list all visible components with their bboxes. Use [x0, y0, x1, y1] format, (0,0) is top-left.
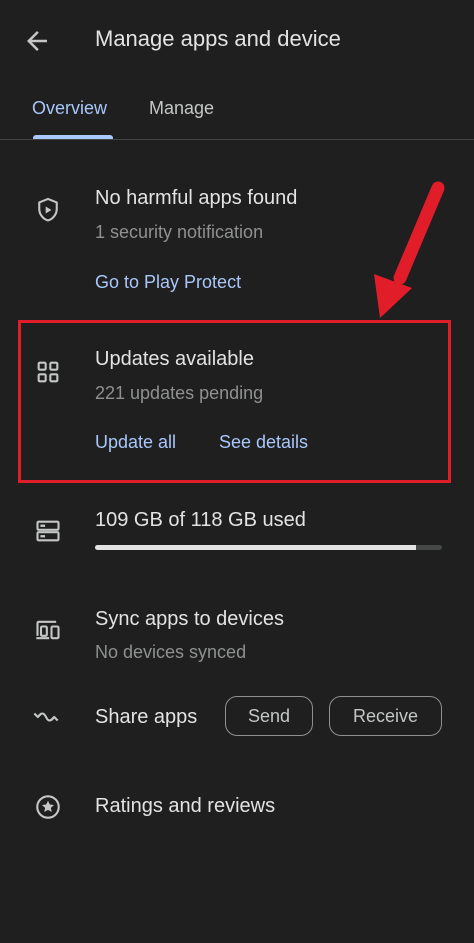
storage-usage-bar-fill — [95, 545, 416, 550]
send-button[interactable]: Send — [225, 696, 313, 736]
tab-manage[interactable]: Manage — [149, 98, 214, 119]
tab-divider — [0, 139, 474, 140]
devices-icon — [36, 620, 60, 640]
ratings-and-reviews-link[interactable]: Ratings and reviews — [95, 795, 275, 818]
go-to-play-protect-link[interactable]: Go to Play Protect — [95, 272, 241, 293]
update-all-button[interactable]: Update all — [95, 432, 176, 453]
storage-usage-bar — [95, 545, 442, 550]
sync-apps-title[interactable]: Sync apps to devices — [95, 608, 284, 631]
storage-usage-text: 109 GB of 118 GB used — [95, 509, 306, 531]
share-apps-title: Share apps — [95, 706, 198, 728]
play-protect-shield-icon — [38, 197, 58, 222]
share-apps-icon — [33, 712, 59, 722]
page-title: Manage apps and device — [95, 26, 341, 51]
tab-overview[interactable]: Overview — [32, 98, 107, 119]
protect-status-subtitle: 1 security notification — [95, 222, 264, 242]
storage-icon — [36, 520, 60, 542]
updates-subtitle: 221 updates pending — [95, 383, 264, 403]
red-annotation-arrow-icon — [374, 181, 445, 318]
receive-button[interactable]: Receive — [329, 696, 442, 736]
star-circle-icon — [36, 795, 60, 819]
top-app-bar: Manage apps and device — [0, 0, 474, 80]
apps-grid-icon — [37, 361, 59, 383]
back-arrow-icon[interactable] — [22, 26, 52, 56]
protect-status-title: No harmful apps found — [95, 187, 298, 209]
see-details-button[interactable]: See details — [219, 432, 308, 453]
sync-apps-subtitle: No devices synced — [95, 642, 247, 662]
updates-title: Updates available — [95, 348, 254, 370]
